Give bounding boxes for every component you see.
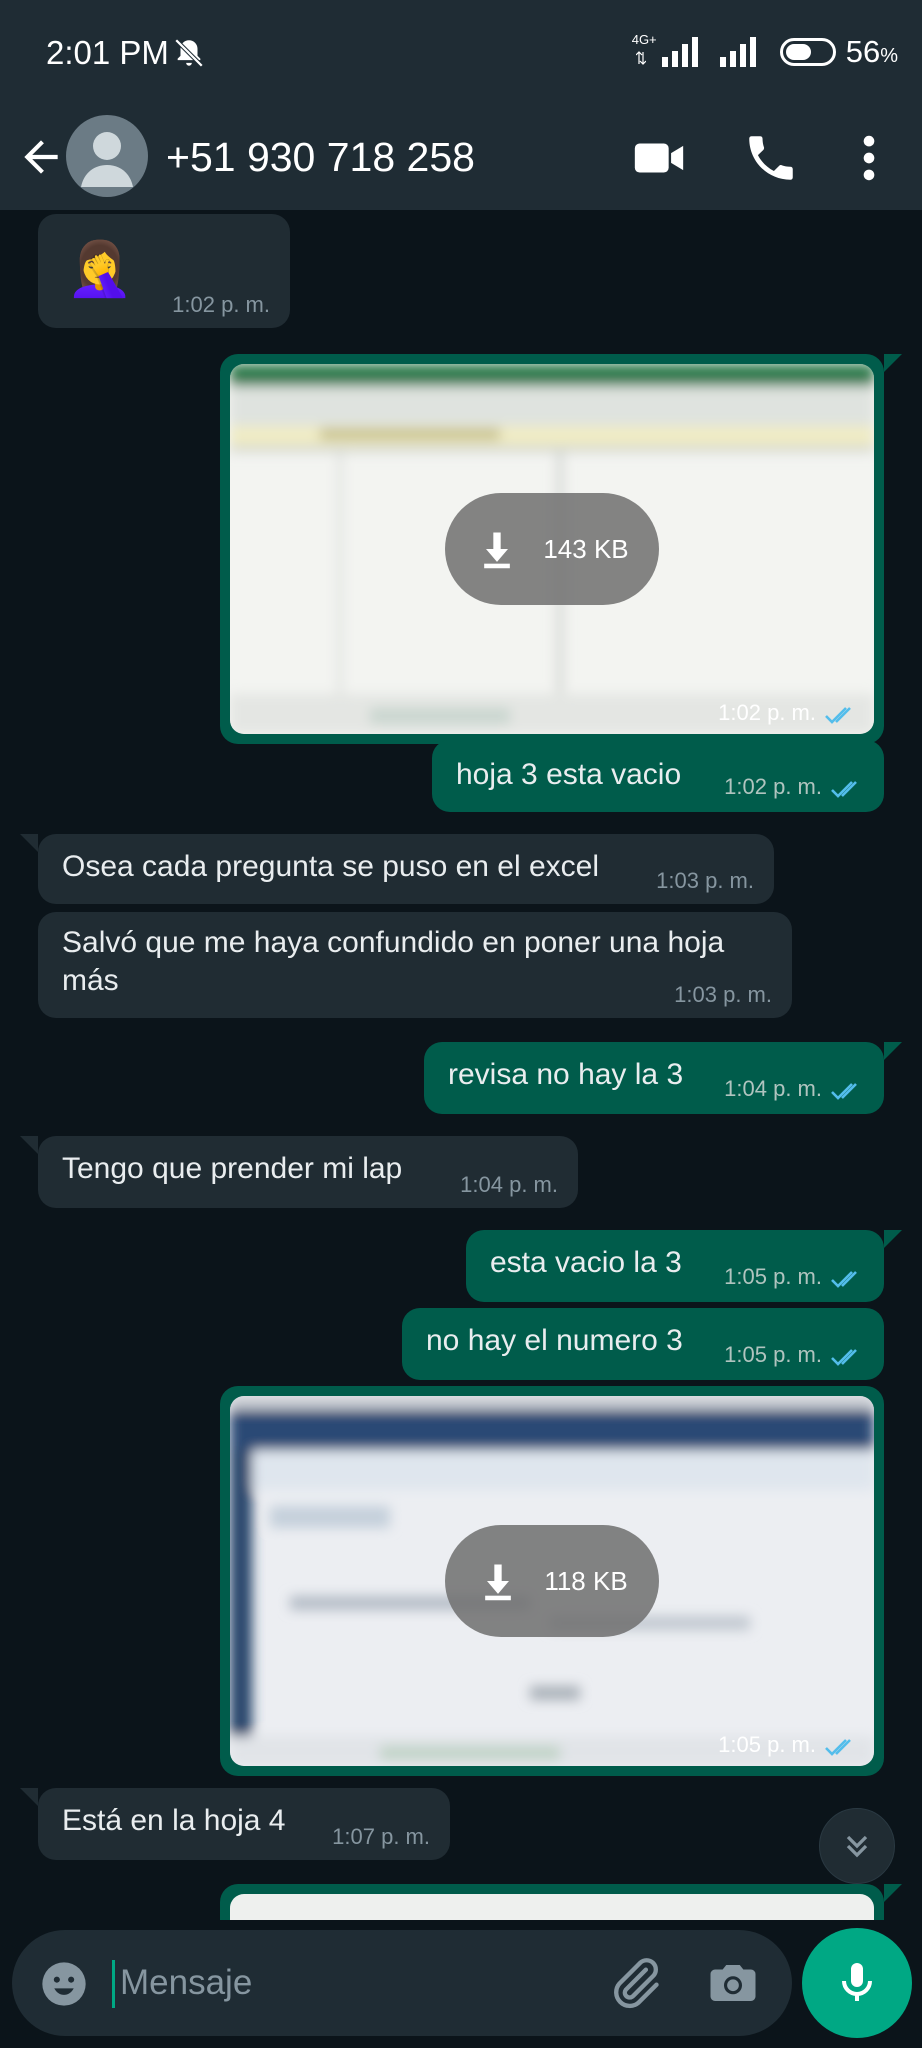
download-button[interactable]: 118 KB	[445, 1525, 659, 1637]
message-text: no hay el numero 3	[426, 1324, 683, 1357]
bubble-tail	[20, 1136, 38, 1154]
back-arrow-icon[interactable]	[16, 127, 66, 187]
bubble-tail	[20, 1788, 38, 1806]
contact-name[interactable]: +51 930 718 258	[166, 121, 475, 193]
read-ticks-icon	[831, 1349, 857, 1366]
message-text: Tengo que prender mi lap	[62, 1152, 403, 1185]
read-ticks-icon	[825, 707, 851, 724]
message-incoming[interactable]: Tengo que prender mi lap 1:04 p. m.	[38, 1136, 578, 1208]
mic-button[interactable]	[802, 1928, 912, 2038]
bubble-tail	[884, 1230, 902, 1248]
bubble-tail	[20, 834, 38, 852]
message-time: 1:04 p. m.	[724, 1076, 822, 1101]
message-outgoing-image[interactable]: 143 KB 1:02 p. m.	[220, 354, 884, 744]
bubble-tail	[884, 1042, 902, 1060]
message-time: 1:02 p. m.	[718, 700, 816, 725]
image-thumbnail[interactable]: 118 KB 1:05 p. m.	[230, 1396, 874, 1766]
download-icon	[485, 1564, 512, 1601]
message-text: hoja 3 esta vacio	[456, 758, 682, 791]
network-type: 4G+	[632, 32, 666, 72]
status-time: 2:01 PM	[46, 34, 169, 71]
download-button[interactable]: 143 KB	[445, 493, 659, 605]
text-cursor	[112, 1960, 115, 2008]
battery-percent: 56%	[846, 34, 898, 70]
message-incoming[interactable]: 🤦‍♀️ 1:02 p. m.	[38, 214, 290, 328]
signal-icon	[719, 37, 756, 67]
message-text: revisa no hay la 3	[448, 1058, 684, 1091]
message-text: esta vacio la 3	[490, 1246, 682, 1279]
message-text: Salvó que me haya confundido en poner un…	[62, 926, 725, 959]
image-thumbnail[interactable]	[230, 1894, 874, 1920]
double-chevron-down-icon	[846, 1835, 868, 1858]
message-outgoing-image[interactable]: 118 KB 1:05 p. m.	[220, 1386, 884, 1776]
message-outgoing[interactable]: hoja 3 esta vacio 1:02 p. m.	[432, 740, 884, 812]
message-time: 1:07 p. m.	[332, 1824, 430, 1849]
attach-icon[interactable]	[606, 1954, 664, 2012]
battery-value: 56	[845, 34, 881, 69]
message-time: 1:02 p. m.	[724, 774, 822, 799]
message-input[interactable]	[118, 1952, 452, 2014]
file-size: 118 KB	[544, 1565, 628, 1596]
message-time: 1:03 p. m.	[656, 868, 754, 893]
image-thumbnail[interactable]: 143 KB 1:02 p. m.	[230, 364, 874, 734]
video-call-icon[interactable]	[630, 129, 688, 187]
status-bar: 2:01 PM 4G+ 56%	[0, 0, 922, 105]
read-ticks-icon	[831, 1083, 857, 1100]
signal-icon	[661, 37, 698, 67]
message-time: 1:05 p. m.	[718, 1732, 816, 1757]
avatar[interactable]	[66, 115, 148, 197]
message-time: 1:05 p. m.	[724, 1342, 822, 1367]
read-ticks-icon	[831, 1271, 857, 1288]
message-composer	[12, 1930, 792, 2036]
scroll-to-bottom-button[interactable]	[819, 1808, 895, 1884]
message-text: Osea cada pregunta se puso en el excel	[62, 850, 600, 883]
message-emoji: 🤦‍♀️	[66, 239, 134, 299]
camera-icon[interactable]	[706, 1956, 760, 2010]
message-outgoing[interactable]: esta vacio la 3 1:05 p. m.	[466, 1230, 884, 1302]
file-size: 143 KB	[543, 533, 629, 564]
message-text-line2: más	[62, 964, 119, 997]
data-arrows-icon	[635, 51, 646, 65]
read-ticks-icon	[825, 1739, 851, 1756]
message-outgoing[interactable]: no hay el numero 3 1:05 p. m.	[402, 1308, 884, 1380]
message-time: 1:04 p. m.	[460, 1172, 558, 1197]
bell-muted-icon	[174, 38, 204, 68]
download-icon	[484, 532, 511, 569]
emoji-icon[interactable]	[38, 1958, 90, 2010]
message-text: Está en la hoja 4	[62, 1804, 286, 1837]
message-list[interactable]: 🤦‍♀️ 1:02 p. m.	[0, 210, 922, 1920]
read-ticks-icon	[831, 781, 857, 798]
battery-icon	[779, 38, 836, 66]
message-incoming[interactable]: Salvó que me haya confundido en poner un…	[38, 912, 792, 1018]
bubble-tail	[884, 354, 902, 372]
message-time: 1:03 p. m.	[674, 982, 772, 1007]
battery-unit: %	[880, 45, 898, 67]
message-time: 1:02 p. m.	[172, 292, 270, 317]
message-outgoing-image-partial[interactable]	[220, 1884, 884, 1920]
message-incoming[interactable]: Está en la hoja 4 1:07 p. m.	[38, 1788, 450, 1860]
message-outgoing[interactable]: revisa no hay la 3 1:04 p. m.	[424, 1042, 884, 1114]
network-label: 4G+	[631, 32, 657, 47]
phone-icon[interactable]	[742, 129, 800, 187]
bubble-tail	[884, 1884, 902, 1902]
chat-header: +51 930 718 258	[0, 105, 922, 210]
more-vert-icon[interactable]	[840, 129, 898, 187]
message-incoming[interactable]: Osea cada pregunta se puso en el excel 1…	[38, 834, 774, 904]
mic-icon	[842, 1963, 872, 2001]
person-icon	[81, 132, 133, 187]
message-time: 1:05 p. m.	[724, 1264, 822, 1289]
battery-fill	[785, 44, 811, 60]
